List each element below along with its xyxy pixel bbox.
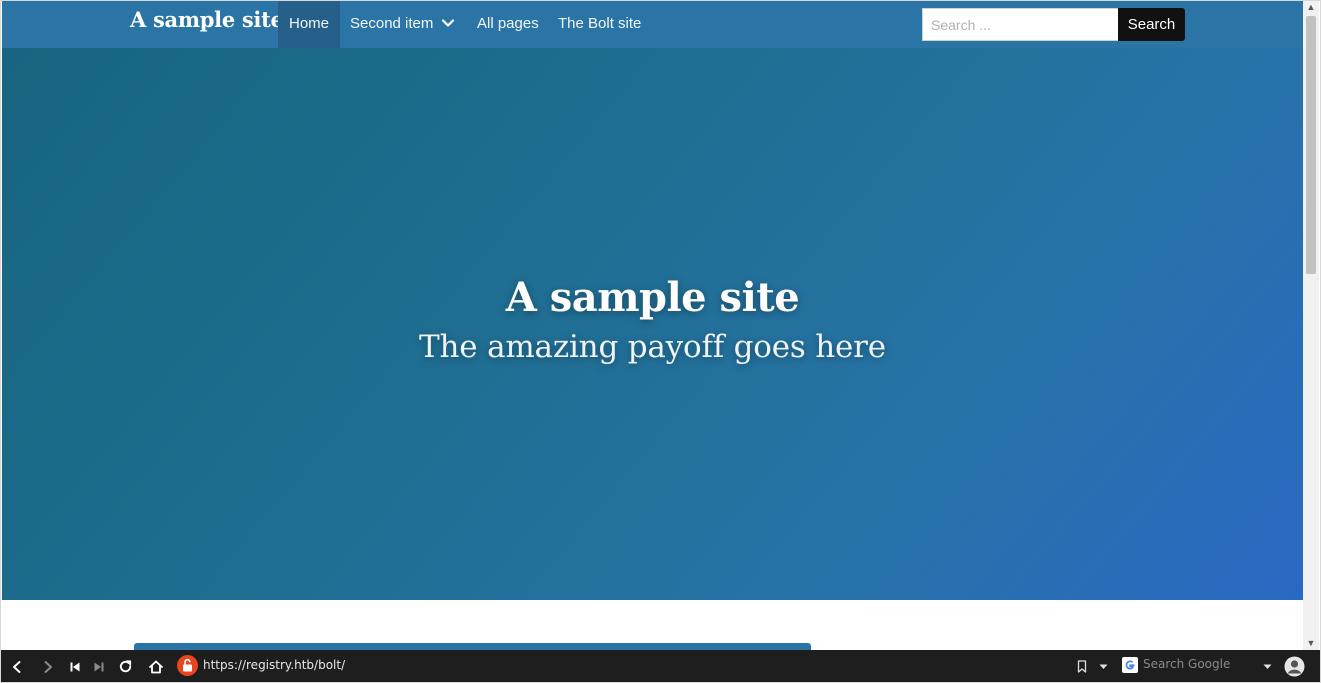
content-card-top xyxy=(134,643,811,650)
rewind-icon[interactable] xyxy=(66,650,84,683)
hero-subtitle: The amazing payoff goes here xyxy=(419,329,886,365)
nav-item-label: Second item xyxy=(350,15,434,32)
hero-title: A sample site xyxy=(505,274,800,321)
search-input[interactable] xyxy=(922,8,1118,41)
home-icon[interactable] xyxy=(145,650,166,683)
site-navbar: A sample site Home Second item All pages… xyxy=(2,0,1303,48)
browser-search-box[interactable]: Search Google xyxy=(1122,656,1274,676)
hero-banner: A sample site The amazing payoff goes he… xyxy=(2,48,1303,600)
page-scrollbar[interactable]: ▲ ▼ xyxy=(1303,0,1319,650)
profile-avatar-icon[interactable] xyxy=(1283,650,1305,683)
nav-item-bolt-site[interactable]: The Bolt site xyxy=(558,0,641,48)
nav-item-all-pages[interactable]: All pages xyxy=(477,0,539,48)
google-icon xyxy=(1122,657,1138,673)
forward-icon[interactable] xyxy=(37,650,59,683)
bookmark-menu-icon[interactable] xyxy=(1097,650,1109,683)
chevron-down-icon xyxy=(441,2,455,27)
nav-item-label: Home xyxy=(288,15,329,32)
nav-item-second[interactable]: Second item xyxy=(350,0,455,48)
back-icon[interactable] xyxy=(6,650,28,683)
nav-item-label: The Bolt site xyxy=(558,15,642,32)
search-button[interactable]: Search xyxy=(1118,8,1185,41)
insecure-lock-icon[interactable] xyxy=(177,655,198,676)
url-bar[interactable]: https://registry.htb/bolt/ xyxy=(203,657,345,673)
browser-search-placeholder: Search Google xyxy=(1143,657,1231,671)
scrollbar-thumb[interactable] xyxy=(1306,16,1316,274)
search-engine-menu-icon[interactable] xyxy=(1261,650,1273,683)
nav-item-label: All pages xyxy=(477,15,539,32)
fast-forward-icon[interactable] xyxy=(90,650,108,683)
bookmark-icon[interactable] xyxy=(1075,650,1089,683)
site-brand[interactable]: A sample site xyxy=(130,7,284,32)
scroll-up-icon[interactable]: ▲ xyxy=(1303,0,1319,14)
nav-item-home[interactable]: Home xyxy=(278,0,340,48)
search-form: Search xyxy=(922,8,1185,41)
scroll-down-icon[interactable]: ▼ xyxy=(1303,636,1319,650)
page-viewport: A sample site Home Second item All pages… xyxy=(2,0,1303,650)
reload-icon[interactable] xyxy=(115,650,135,683)
